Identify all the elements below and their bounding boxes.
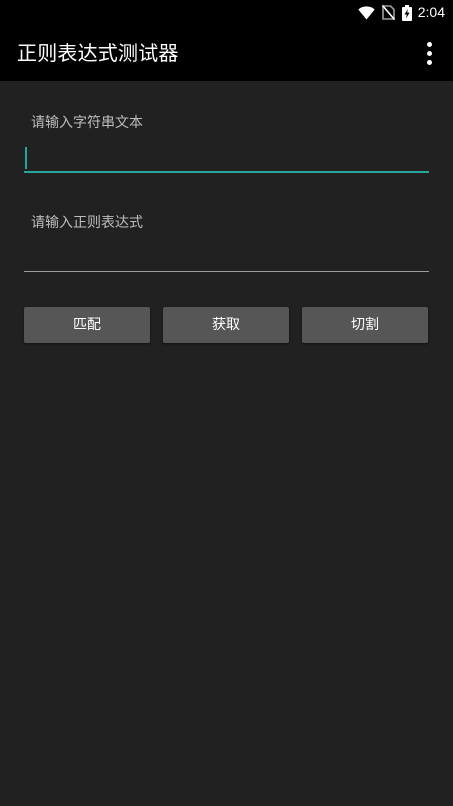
text-input-underline <box>24 171 429 173</box>
app-bar: 正则表达式测试器 <box>0 25 453 81</box>
regex-input-label: 请输入正则表达式 <box>31 215 143 231</box>
wifi-icon <box>358 5 375 19</box>
status-icons: 2:04 <box>358 3 445 22</box>
match-button[interactable]: 匹配 <box>24 307 150 343</box>
overflow-menu-button[interactable] <box>415 39 443 67</box>
regex-input-underline <box>24 271 429 272</box>
status-bar: 2:04 <box>0 0 453 25</box>
more-vert-icon <box>426 41 432 47</box>
get-button[interactable]: 获取 <box>163 307 289 343</box>
regex-input[interactable] <box>24 240 429 270</box>
battery-charging-icon <box>401 4 412 21</box>
text-input[interactable] <box>24 142 429 172</box>
text-cursor <box>25 147 27 169</box>
app-title: 正则表达式测试器 <box>17 41 179 65</box>
no-sim-icon <box>381 5 395 20</box>
clock: 2:04 <box>417 4 445 20</box>
split-button[interactable]: 切割 <box>302 307 428 343</box>
text-input-label: 请输入字符串文本 <box>31 115 143 131</box>
